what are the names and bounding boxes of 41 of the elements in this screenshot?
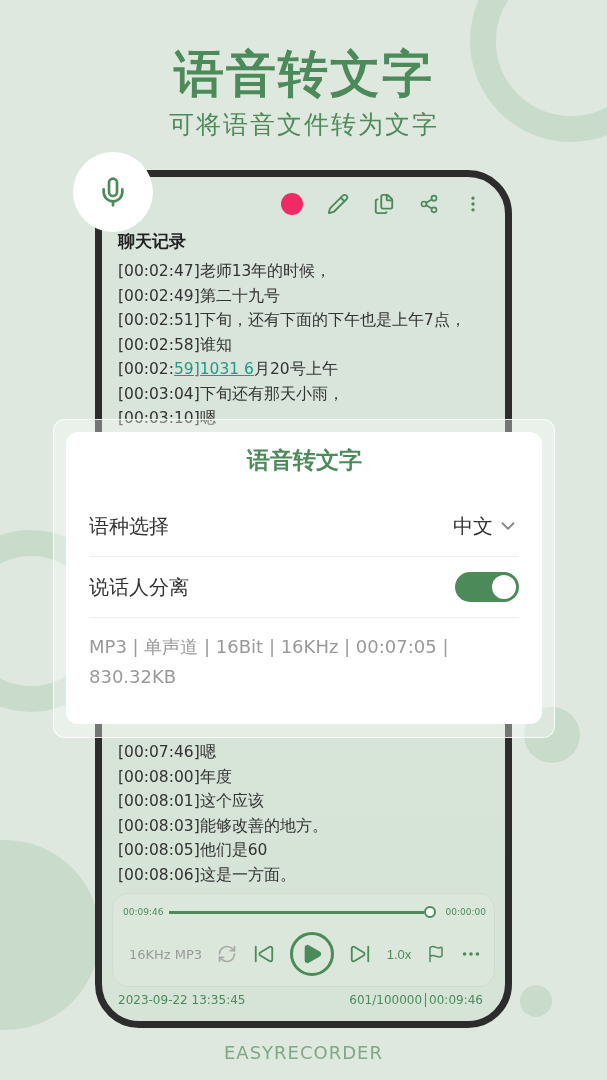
transcript-link[interactable]: 59]1031 6	[173, 360, 254, 378]
transcript-title: 聊天记录	[118, 230, 187, 253]
file-info: MP3 | 单声道 | 16Bit | 16KHz | 00:07:05 | 830.32KB	[89, 635, 450, 689]
play-button[interactable]	[290, 932, 335, 976]
share-icon[interactable]	[419, 194, 439, 214]
transcript-line: [00:02:49]第二十九号	[118, 285, 281, 307]
speed-button[interactable]: 1.0x	[386, 946, 412, 962]
record-button[interactable]	[281, 193, 303, 215]
language-select[interactable]: 中文	[453, 512, 519, 540]
transcript-line: [00:02:51]下旬，还有下面的下午也是上午7点，	[118, 310, 467, 331]
progress-thumb[interactable]	[423, 906, 436, 918]
transcript-line: [00:03:04]下旬还有那天小雨，	[118, 383, 345, 405]
repeat-icon[interactable]	[217, 944, 238, 964]
skip-forward-icon[interactable]	[349, 943, 372, 965]
transcript-line: [00:02:58]谁知	[118, 334, 233, 356]
dialog-title: 语音转文字	[245, 446, 363, 475]
flag-icon[interactable]	[426, 945, 445, 963]
subheadline: 可将语音文件转为文字	[168, 109, 439, 141]
headline: 语音转文字	[173, 44, 434, 105]
speaker-label: 说话人分离	[89, 573, 189, 601]
language-label: 语种选择	[89, 512, 169, 540]
skip-back-icon[interactable]	[252, 943, 275, 965]
transcript-line: [00:07:46]嗯	[118, 742, 217, 763]
transcript-line: [00:03:10]嗯	[118, 408, 217, 429]
toggle-switch[interactable]	[455, 572, 519, 602]
remaining-time: 00:00:00	[445, 907, 486, 917]
brand-name: EASYRECORDER	[224, 1042, 383, 1063]
transcript-line: [00:08:00]年度	[118, 766, 233, 788]
audio-format: 16KHz MP3	[129, 946, 203, 962]
transcript-line: [00:02:59]1031 6月20号上午	[118, 359, 339, 380]
pencil-icon[interactable]	[327, 193, 349, 215]
transcript-line: [00:08:06]这是一方面。	[118, 864, 297, 886]
document-icon[interactable]	[373, 193, 395, 215]
recording-date: 2023-09-22 13:35:45	[118, 993, 246, 1007]
transcript-line: [00:02:47]老师13年的时候，	[118, 261, 333, 282]
elapsed-time: 00:09:46	[123, 907, 164, 917]
transcript-line: [00:08:01]这个应该	[118, 791, 265, 812]
character-count: 601/100000	[349, 993, 423, 1007]
transcript-line: [00:08:05]他们是60	[118, 840, 269, 861]
recording-duration: 00:09:46	[429, 993, 483, 1007]
transcript-line: [00:08:03]能够改善的地方。	[118, 815, 329, 837]
